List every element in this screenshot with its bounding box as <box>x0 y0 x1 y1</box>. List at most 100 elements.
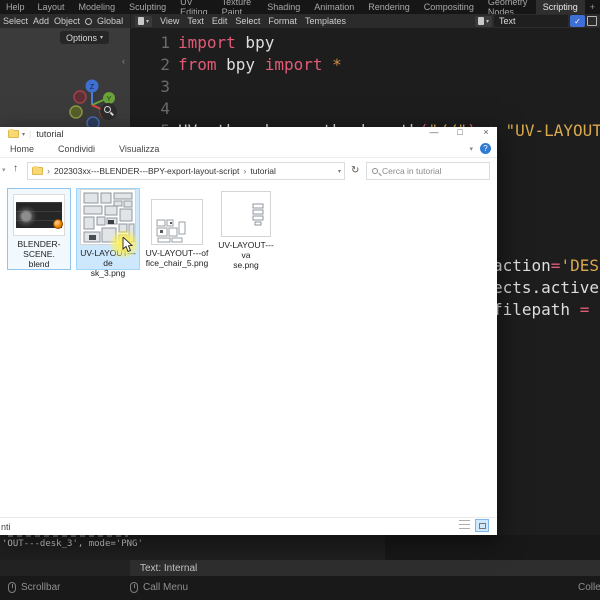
address-bar[interactable]: › 202303xx---BLENDER---BPY-export-layout… <box>27 162 345 180</box>
text-editor-footer: Text: Internal <box>130 560 600 576</box>
editor-type-dropdown[interactable]: ▾ <box>135 15 153 27</box>
up-arrow-icon[interactable]: ↑ <box>13 163 18 174</box>
ribbon-tabs: Home Condividi Visualizza <box>0 141 497 158</box>
keymap-hint: Scrollbar <box>8 582 60 593</box>
explorer-navbar: ▾ ↑ › 202303xx---BLENDER---BPY-export-la… <box>0 158 497 184</box>
file-item-uv-chair[interactable]: UV-LAYOUT---of fice_chair_5.png <box>145 188 209 270</box>
menu-select-te[interactable]: Select <box>235 16 260 26</box>
text-editor-icon <box>138 17 144 25</box>
menu-add[interactable]: Add <box>33 16 49 26</box>
close-button[interactable]: × <box>479 127 493 137</box>
item-count-label: nti <box>1 521 11 532</box>
search-box[interactable] <box>366 162 490 180</box>
search-icon <box>372 168 378 174</box>
explorer-titlebar[interactable]: ▾ | tutorial — □ × <box>0 127 497 141</box>
editor-background <box>385 535 600 560</box>
menu-help[interactable]: Help <box>0 2 31 12</box>
minimize-button[interactable]: — <box>427 127 441 137</box>
code-fragment: ects.active <box>493 278 599 297</box>
code-fragment: filepath = U <box>493 300 600 319</box>
chevron-down-icon[interactable]: ▾ <box>338 168 341 175</box>
quick-access-toolbar-icon[interactable]: ▾ <box>22 131 25 138</box>
workspace-tab-compositing[interactable]: Compositing <box>417 0 481 14</box>
menu-text[interactable]: Text <box>187 16 204 26</box>
ribbon-tab-visualizza[interactable]: Visualizza <box>107 144 171 154</box>
datablock-name-field[interactable]: Text <box>494 15 568 27</box>
code-lines: 1import bpy 2from bpy import * 3 4 5UVpa… <box>130 31 600 141</box>
file-item-uv-vase[interactable]: UV-LAYOUT---va se.png <box>214 188 278 270</box>
mouse-icon <box>130 582 138 593</box>
mouse-cursor-icon <box>122 237 134 253</box>
keymap-hint: Call Menu <box>130 582 188 593</box>
search-input[interactable] <box>382 166 484 176</box>
uv-layout-thumbnail <box>151 199 203 245</box>
recent-locations-icon[interactable]: ▾ <box>2 166 6 174</box>
divider: | <box>29 129 32 139</box>
orientation-icon <box>85 17 93 25</box>
window-title: tutorial <box>36 129 64 139</box>
datablock-browse-dropdown[interactable]: ▾ <box>474 15 492 27</box>
view-thumbnails-icon[interactable] <box>475 519 489 532</box>
zoom-icon[interactable] <box>100 103 117 120</box>
blender-logo-icon <box>53 219 63 229</box>
ribbon-tab-home[interactable]: Home <box>0 144 46 154</box>
file-name: UV-LAYOUT---of fice_chair_5.png <box>145 248 209 268</box>
add-workspace-button[interactable]: + <box>585 2 600 12</box>
explorer-statusbar: nti <box>0 517 497 535</box>
breadcrumb-root[interactable]: 202303xx---BLENDER---BPY-export-layout-s… <box>54 166 239 176</box>
ribbon-collapse-icon[interactable]: ▾ <box>469 145 473 153</box>
blender-topbar: Help Layout Modeling Sculpting UV Editin… <box>0 0 600 17</box>
file-item-blend[interactable]: BLENDER-SCENE. blend <box>7 188 71 270</box>
workspace-tab-layout[interactable]: Layout <box>31 0 72 14</box>
view-details-icon[interactable] <box>459 520 470 531</box>
file-explorer-window[interactable]: ▾ | tutorial — □ × Home Condividi Visual… <box>0 127 497 535</box>
editors-header-row: Select Add Object Global ▾ View Text Edi… <box>0 14 600 28</box>
menu-templates[interactable]: Templates <box>305 16 346 26</box>
workspace-tab-animation[interactable]: Animation <box>307 0 361 14</box>
code-line: 4 <box>160 98 170 118</box>
help-icon[interactable]: ? <box>480 143 491 154</box>
maximize-button[interactable]: □ <box>453 127 467 137</box>
text-datablock-selector: ▾ Text ✓ <box>474 15 597 27</box>
workspace-tab-geometry-nodes[interactable]: Geometry Nodes <box>481 0 536 17</box>
code-line: 2 from bpy import * <box>160 54 342 74</box>
code-line: 1 import bpy <box>160 32 275 52</box>
breadcrumb-current[interactable]: tutorial <box>250 166 276 176</box>
menu-select[interactable]: Select <box>3 16 28 26</box>
file-name: UV-LAYOUT---va se.png <box>218 240 274 270</box>
menu-edit[interactable]: Edit <box>212 16 228 26</box>
file-name: BLENDER-SCENE. blend <box>17 239 61 269</box>
workspace-tab-uv-editing[interactable]: UV Editing <box>173 0 215 17</box>
blend-file-thumbnail <box>13 194 65 236</box>
transform-orientation-dropdown[interactable]: Global <box>97 16 123 26</box>
menu-object[interactable]: Object <box>54 16 80 26</box>
options-button[interactable]: Options ▾ <box>60 31 110 44</box>
chevron-down-icon: ▾ <box>146 18 150 25</box>
blender-statusbar: Scrollbar Call Menu Colle <box>0 576 600 600</box>
navigation-gizmo-icon[interactable]: Z Y X <box>54 72 116 132</box>
file-item-uv-desk[interactable]: UV-LAYOUT---de sk_3.png <box>76 188 140 278</box>
refresh-icon[interactable]: ↻ <box>351 166 359 176</box>
workspace-tab-scripting[interactable]: Scripting <box>535 0 585 14</box>
menu-view[interactable]: View <box>160 16 179 26</box>
menu-format[interactable]: Format <box>268 16 297 26</box>
folder-icon <box>32 166 43 175</box>
uv-layout-thumbnail <box>221 191 271 237</box>
svg-text:Y: Y <box>107 96 112 103</box>
file-list-area[interactable]: BLENDER-SCENE. blend UV-LAYOUT---de sk_3… <box>0 184 497 517</box>
workspace-tab-texture-paint[interactable]: Texture Paint <box>215 0 261 17</box>
shield-check-icon[interactable]: ✓ <box>570 15 585 27</box>
active-collection-label: Colle <box>578 582 600 593</box>
workspace-tab-sculpting[interactable]: Sculpting <box>122 0 173 14</box>
python-console-panel[interactable]: 'OUT---desk_3', mode='PNG' <box>0 535 385 560</box>
new-text-icon[interactable] <box>587 16 597 26</box>
workspace-tab-modeling[interactable]: Modeling <box>72 0 123 14</box>
workspace-tab-shading[interactable]: Shading <box>260 0 307 14</box>
chevron-down-icon: ▾ <box>100 35 104 41</box>
svg-text:Z: Z <box>90 84 95 91</box>
workspace-tab-rendering[interactable]: Rendering <box>361 0 417 14</box>
ribbon-tab-condividi[interactable]: Condividi <box>46 144 107 154</box>
text-editor-header: ▾ View Text Edit Select Format Templates… <box>130 14 600 28</box>
console-line: 'OUT---desk_3', mode='PNG' <box>2 539 143 549</box>
region-collapse-icon[interactable]: ‹ <box>122 56 125 66</box>
